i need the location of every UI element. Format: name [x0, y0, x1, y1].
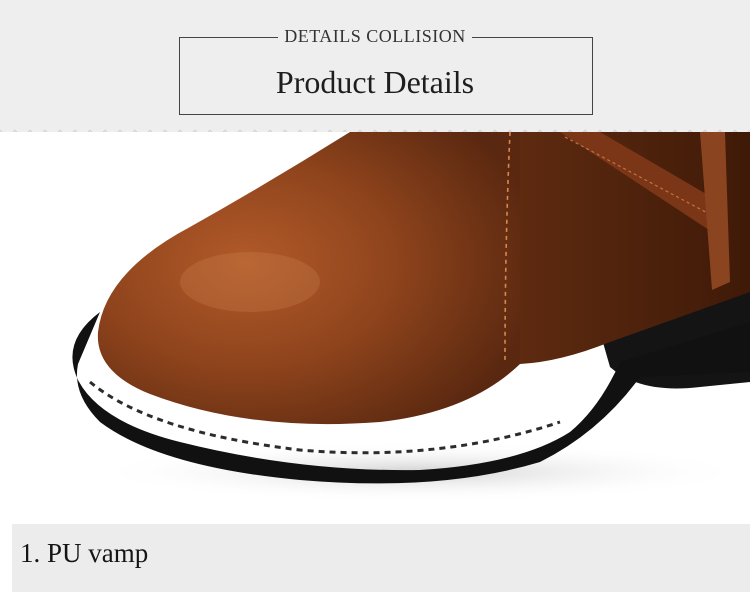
page-title: Product Details	[275, 64, 475, 100]
feature-caption-band: 1. PU vamp	[12, 524, 750, 592]
section-caption-text: DETAILS COLLISION	[278, 26, 472, 46]
leather-highlight	[180, 252, 320, 312]
section-caption: DETAILS COLLISION	[0, 26, 750, 47]
boot-photo	[0, 132, 750, 524]
feature-label: 1. PU vamp	[20, 538, 149, 568]
